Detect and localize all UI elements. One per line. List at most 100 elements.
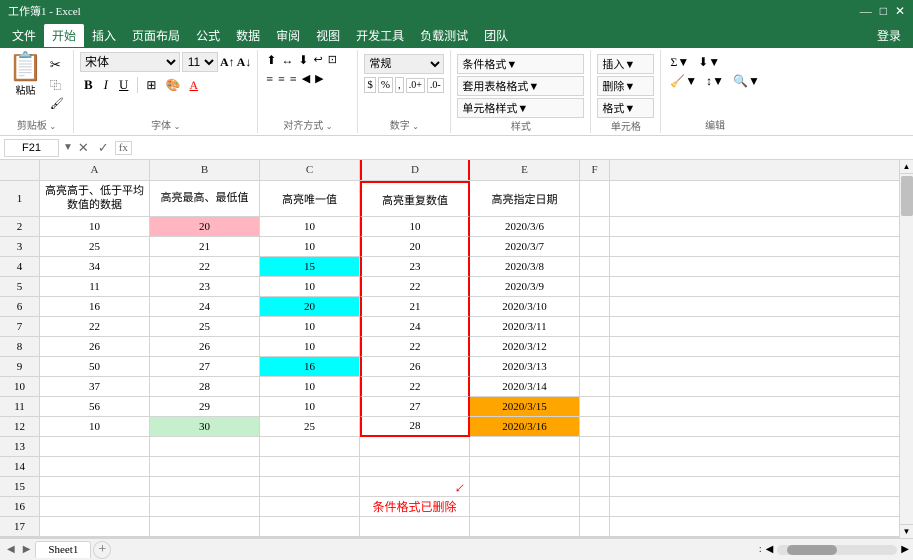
cell-d15[interactable]: ← <box>360 477 470 497</box>
cell-style-btn[interactable]: 单元格样式▼ <box>457 98 584 118</box>
indent-inc-btn[interactable]: ▶ <box>313 71 325 88</box>
format-paint-button[interactable]: 🖌 <box>47 96 67 111</box>
horizontal-scrollbar[interactable] <box>777 545 897 555</box>
font-name-select[interactable]: 宋体 <box>80 52 180 72</box>
dec-inc-btn[interactable]: .0+ <box>406 78 425 93</box>
maximize-btn[interactable]: □ <box>880 4 887 19</box>
cell-a9[interactable]: 50 <box>40 357 150 377</box>
cancel-formula-btn[interactable]: ✕ <box>75 140 92 156</box>
align-middle-btn[interactable]: ↔ <box>279 52 295 69</box>
cell-d4[interactable]: 23 <box>360 257 470 277</box>
menu-item-home[interactable]: 开始 <box>44 24 84 47</box>
cell-a4[interactable]: 34 <box>40 257 150 277</box>
font-color-btn[interactable]: A <box>186 77 201 94</box>
col-header-a[interactable]: A <box>40 160 150 180</box>
cell-a7[interactable]: 22 <box>40 317 150 337</box>
cell-a14[interactable] <box>40 457 150 477</box>
cell-c5[interactable]: 10 <box>260 277 360 297</box>
cell-c15[interactable] <box>260 477 360 497</box>
cell-a17[interactable] <box>40 517 150 537</box>
cell-e15[interactable] <box>470 477 580 497</box>
find-btn[interactable]: 🔍▼ <box>730 73 763 90</box>
currency-btn[interactable]: $ <box>364 77 376 93</box>
formula-input[interactable] <box>136 139 909 157</box>
col-header-f[interactable]: F <box>580 160 610 180</box>
cell-c10[interactable]: 10 <box>260 377 360 397</box>
menu-item-dev[interactable]: 开发工具 <box>348 24 412 47</box>
fill-color-btn[interactable]: 🎨 <box>162 77 183 94</box>
conditional-format-btn[interactable]: 条件格式▼ <box>457 54 584 74</box>
cell-e17[interactable] <box>470 517 580 537</box>
align-center-btn[interactable]: ≡ <box>276 71 287 88</box>
cell-e2[interactable]: 2020/3/6 <box>470 217 580 237</box>
cell-c1[interactable]: 高亮唯一值 <box>260 181 360 217</box>
dec-dec-btn[interactable]: .0- <box>427 78 444 93</box>
sort-btn[interactable]: ↕▼ <box>703 73 727 90</box>
align-bottom-btn[interactable]: ⬇ <box>296 52 310 69</box>
cell-b13[interactable] <box>150 437 260 457</box>
scroll-up-btn[interactable]: ▲ <box>900 160 913 174</box>
cell-b15[interactable] <box>150 477 260 497</box>
cell-b16[interactable] <box>150 497 260 517</box>
cell-d5[interactable]: 22 <box>360 277 470 297</box>
cell-b4[interactable]: 22 <box>150 257 260 277</box>
cell-e13[interactable] <box>470 437 580 457</box>
font-size-select[interactable]: 11 <box>182 52 218 72</box>
horizontal-scroll-right[interactable]: ▶ <box>901 544 909 555</box>
cell-b17[interactable] <box>150 517 260 537</box>
number-format-select[interactable]: 常规 <box>364 54 444 74</box>
cell-c3[interactable]: 10 <box>260 237 360 257</box>
cell-b9[interactable]: 27 <box>150 357 260 377</box>
menu-item-view[interactable]: 视图 <box>308 24 348 47</box>
font-shrink-btn[interactable]: A↓ <box>237 55 252 70</box>
cell-c16[interactable] <box>260 497 360 517</box>
cell-e5[interactable]: 2020/3/9 <box>470 277 580 297</box>
comma-btn[interactable]: , <box>395 77 404 93</box>
close-btn[interactable]: ✕ <box>895 4 905 19</box>
horizontal-scroll-left[interactable]: ◀ <box>766 544 774 555</box>
menu-item-layout[interactable]: 页面布局 <box>124 24 188 47</box>
cut-button[interactable]: ✂ <box>47 56 67 74</box>
login-button[interactable]: 登录 <box>869 24 909 47</box>
cell-a10[interactable]: 37 <box>40 377 150 397</box>
indent-dec-btn[interactable]: ◀ <box>300 71 312 88</box>
underline-btn[interactable]: U <box>115 75 132 95</box>
sheet-nav-left[interactable]: ◀ <box>4 544 18 555</box>
cell-d11[interactable]: 27 <box>360 397 470 417</box>
cell-d3[interactable]: 20 <box>360 237 470 257</box>
cell-b5[interactable]: 23 <box>150 277 260 297</box>
cell-a2[interactable]: 10 <box>40 217 150 237</box>
cell-a11[interactable]: 56 <box>40 397 150 417</box>
cell-b3[interactable]: 21 <box>150 237 260 257</box>
sum-btn[interactable]: Σ▼ <box>667 54 692 71</box>
col-header-c[interactable]: C <box>260 160 360 180</box>
italic-btn[interactable]: I <box>100 75 112 95</box>
menu-item-formula[interactable]: 公式 <box>188 24 228 47</box>
menu-item-insert[interactable]: 插入 <box>84 24 124 47</box>
col-header-d[interactable]: D <box>360 160 470 180</box>
col-header-e[interactable]: E <box>470 160 580 180</box>
cell-c4[interactable]: 15 <box>260 257 360 277</box>
clear-btn[interactable]: 🧹▼ <box>667 73 700 90</box>
cell-b11[interactable]: 29 <box>150 397 260 417</box>
confirm-formula-btn[interactable]: ✓ <box>95 140 112 156</box>
cell-e6[interactable]: 2020/3/10 <box>470 297 580 317</box>
cell-e16[interactable] <box>470 497 580 517</box>
percent-btn[interactable]: % <box>378 77 393 93</box>
copy-button[interactable]: ⿻ <box>47 76 67 94</box>
cell-e8[interactable]: 2020/3/12 <box>470 337 580 357</box>
bold-btn[interactable]: B <box>80 75 97 95</box>
cell-e12[interactable]: 2020/3/16 <box>470 417 580 437</box>
cell-b7[interactable]: 25 <box>150 317 260 337</box>
menu-item-data[interactable]: 数据 <box>228 24 268 47</box>
add-sheet-btn[interactable]: + <box>93 541 111 559</box>
cell-e9[interactable]: 2020/3/13 <box>470 357 580 377</box>
vertical-scrollbar[interactable]: ▲ ▼ <box>899 160 913 538</box>
cell-a6[interactable]: 16 <box>40 297 150 317</box>
cell-a3[interactable]: 25 <box>40 237 150 257</box>
cell-e11[interactable]: 2020/3/15 <box>470 397 580 417</box>
cell-a15[interactable] <box>40 477 150 497</box>
cell-d13[interactable] <box>360 437 470 457</box>
cell-d14[interactable] <box>360 457 470 477</box>
sheet-nav-right[interactable]: ▶ <box>20 544 34 555</box>
